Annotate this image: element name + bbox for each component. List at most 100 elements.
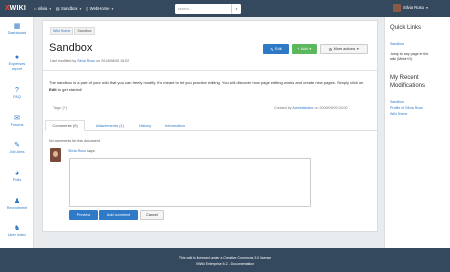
- topbar-crumb-wiki[interactable]: ⌂ silvia ▼: [34, 6, 52, 11]
- last-modified-user-link[interactable]: Silvia Rusu: [77, 59, 95, 63]
- tab-comments[interactable]: Comments (0): [45, 120, 85, 131]
- breadcrumb: Wiki Home Sandbox: [50, 27, 96, 35]
- recent-title-2: Modifications: [390, 83, 426, 89]
- add-comment-button[interactable]: Add comment: [99, 210, 138, 220]
- left-app-bar: ▦ Dashboard ● Expenses report ? FAQ ✉ Fo…: [0, 17, 34, 272]
- nav-item-dashboard[interactable]: ▦ Dashboard: [0, 23, 34, 35]
- topbar-crumb-label: WebHome: [89, 6, 110, 11]
- recruitment-icon: ♟: [13, 198, 21, 205]
- main-content: Wiki Home Sandbox Sandbox ✎ Edit + Add ▼…: [42, 20, 379, 232]
- no-comments-text: No comments for this document: [49, 139, 100, 143]
- created-by-line: Created by Administrator on 2009/09/09 0…: [274, 106, 348, 110]
- edit-button-label: Edit: [275, 47, 282, 51]
- nav-item-label: Polls: [12, 178, 22, 182]
- job-area-icon: ✎: [14, 142, 20, 149]
- nav-item-faq[interactable]: ? FAQ: [0, 87, 34, 99]
- plus-icon: +: [297, 47, 300, 51]
- avatar-face: [53, 151, 58, 157]
- breadcrumb-item-sandbox: Sandbox: [74, 27, 95, 35]
- recent-item[interactable]: Profile of Silvia Rusu: [390, 106, 423, 110]
- topbar-crumb-page[interactable]: ▯ WebHome ▼: [86, 6, 114, 11]
- last-modified-line: Last modified by Silvia Rusu on 2014/08/…: [50, 59, 129, 63]
- says-label: says:: [85, 149, 96, 153]
- jump-text-1: Jump to any page in the: [390, 52, 429, 56]
- doc-extra-tabs: Comments (0) Attachments (1) History Inf…: [45, 120, 377, 131]
- recent-item[interactable]: Wiki Home: [390, 112, 407, 116]
- quick-link-sandbox[interactable]: Sandbox: [390, 42, 404, 46]
- footer-license: This wiki is licensed under a Creative C…: [178, 256, 272, 260]
- nav-item-label: Expenses report: [8, 62, 26, 71]
- nav-item-label: Forums: [10, 123, 24, 127]
- nav-item-job-area[interactable]: ✎ Job Area: [0, 142, 34, 154]
- more-actions-button[interactable]: ⚙ More actions ▼: [320, 44, 368, 54]
- tab-attachments[interactable]: Attachments (1): [90, 120, 130, 131]
- breadcrumb-item-wiki-home[interactable]: Wiki Home: [50, 27, 74, 35]
- user-menu[interactable]: Silvia Rusu ▼: [393, 3, 429, 12]
- home-icon: ⌂: [34, 6, 37, 11]
- nav-item-label: FAQ: [13, 95, 21, 99]
- topbar-crumb-label: Sandbox: [61, 6, 78, 11]
- right-panels: Quick Links Sandbox Jump to any page in …: [384, 17, 450, 248]
- nav-item-polls[interactable]: ◕ Polls: [0, 170, 34, 182]
- top-navbar: X WIKI ⌂ silvia ▼ ▤ Sandbox ▼ ▯ WebHome …: [0, 0, 450, 17]
- nav-item-label: Dashboard: [7, 31, 27, 35]
- nav-item-recruitment[interactable]: ♟ Recruitment: [0, 198, 34, 210]
- expenses-icon: ●: [14, 54, 20, 61]
- file-icon: ▯: [86, 6, 89, 11]
- faq-icon: ?: [15, 87, 19, 94]
- edit-button[interactable]: ✎ Edit: [263, 44, 289, 54]
- recent-title-1: My Recent: [390, 75, 419, 81]
- created-by-date: on 2009/09/09 03:00: [313, 106, 348, 110]
- forums-icon: ✉: [14, 115, 20, 122]
- search-icon[interactable]: ⌕: [231, 3, 241, 14]
- created-by-prefix: Created by: [274, 106, 293, 110]
- avatar: [50, 148, 61, 162]
- nav-item-label: User Index: [7, 233, 27, 237]
- add-button[interactable]: + Add ▼: [292, 44, 317, 54]
- chevron-down-icon: ▼: [79, 6, 83, 11]
- nav-item-user-index[interactable]: ♞ User Index: [0, 225, 34, 237]
- tab-information[interactable]: Information: [160, 120, 190, 131]
- xwiki-logo[interactable]: X WIKI: [5, 5, 30, 12]
- logo-text: WIKI: [9, 5, 27, 12]
- nav-item-label: Recruitment: [6, 206, 28, 210]
- avatar: [393, 3, 401, 12]
- chevron-down-icon: ▼: [48, 6, 52, 11]
- nav-item-forums[interactable]: ✉ Forums: [0, 115, 34, 127]
- tab-history[interactable]: History: [134, 120, 156, 131]
- created-by-user-link[interactable]: Administrator: [292, 106, 313, 110]
- search-input[interactable]: search...: [175, 3, 235, 14]
- dashboard-icon: ▦: [13, 23, 21, 30]
- gear-icon: ⚙: [328, 47, 333, 52]
- chevron-down-icon: ▼: [308, 47, 312, 51]
- chevron-down-icon: ▼: [110, 6, 114, 11]
- folder-icon: ▤: [55, 6, 60, 11]
- chevron-down-icon: ▼: [356, 47, 360, 51]
- footer-version: XWiki Enterprise 6.2 - Documentation: [195, 262, 255, 266]
- preview-button[interactable]: Preview: [69, 210, 98, 220]
- footer: This wiki is licensed under a Creative C…: [0, 248, 450, 272]
- topbar-crumb-space[interactable]: ▤ Sandbox ▼: [56, 6, 82, 11]
- comment-textarea[interactable]: [69, 158, 311, 207]
- tags-line[interactable]: Tags: [+]: [53, 106, 67, 110]
- chevron-down-icon: ▼: [425, 5, 429, 10]
- page-title: Sandbox: [49, 42, 93, 54]
- page-content: The sandbox is a part of your wiki that …: [49, 80, 371, 93]
- user-index-icon: ♞: [13, 225, 21, 232]
- recent-item[interactable]: Sandbox: [390, 100, 404, 104]
- nav-item-label: Job Area: [9, 150, 25, 154]
- commenter-link[interactable]: Silvia Rusu: [68, 149, 86, 153]
- quick-links-title: Quick Links: [390, 25, 422, 31]
- polls-icon: ◕: [14, 170, 20, 177]
- content-bold: Edit: [49, 86, 57, 92]
- pencil-icon: ✎: [270, 47, 274, 52]
- user-name: Silvia Rusu: [403, 5, 424, 10]
- cancel-button[interactable]: Cancel: [140, 210, 164, 220]
- divider: [43, 70, 379, 71]
- content-text: The sandbox is a part of your wiki that …: [49, 80, 364, 85]
- topbar-crumb-label: silvia: [37, 6, 48, 11]
- nav-item-expenses-report[interactable]: ● Expenses report: [0, 54, 34, 72]
- content-text-end: to get started!: [56, 86, 83, 92]
- add-button-label: Add: [300, 47, 308, 51]
- last-modified-prefix: Last modified by: [50, 59, 78, 63]
